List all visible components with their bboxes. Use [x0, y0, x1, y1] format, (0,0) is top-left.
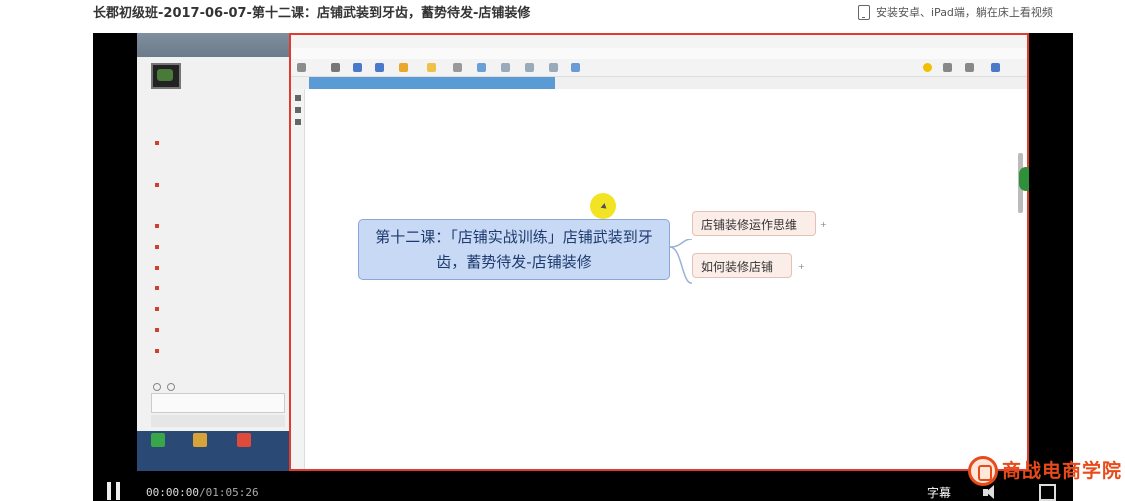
list-item: [155, 160, 285, 170]
collapse-dot: +: [798, 262, 805, 271]
video-frame[interactable]: 第十二课：「店铺实战训练」店铺武装到牙齿，蓄势待发-店铺装修 店铺装修运作思维 …: [137, 33, 1029, 471]
recorded-xmind-titlebar: [291, 35, 1027, 48]
collapse-dot: +: [820, 220, 827, 229]
recorded-taskbar-item: [231, 433, 257, 467]
toolbar-icon: [525, 63, 534, 72]
toolbar-icon: [549, 63, 558, 72]
toolbar-icon: [923, 63, 932, 72]
mindmap-central-topic: 第十二课：「店铺实战训练」店铺武装到牙齿，蓄势待发-店铺装修: [358, 219, 670, 280]
cursor-highlight: [590, 193, 616, 219]
list-item: [155, 139, 285, 149]
list-item: [155, 347, 285, 357]
recorded-chat-input: [151, 393, 285, 413]
recorded-chat-titlebar: [137, 33, 289, 57]
list-item: [155, 284, 285, 294]
logo-seal-icon: [968, 456, 998, 486]
list-item: [155, 181, 285, 191]
duration: /01:05:26: [198, 486, 259, 499]
toolbar-icon: [331, 63, 340, 72]
list-item: [155, 191, 285, 201]
list-item: [155, 201, 285, 211]
list-item: [155, 170, 285, 180]
toolbar-icon: [453, 63, 462, 72]
toolbar-icon: [353, 63, 362, 72]
recorded-xmind-active-tab: [309, 77, 555, 89]
recorded-xmind-window: 第十二课：「店铺实战训练」店铺武装到牙齿，蓄势待发-店铺装修 店铺装修运作思维 …: [289, 33, 1029, 471]
list-item: [155, 212, 285, 222]
toolbar-icon: [965, 63, 974, 72]
list-item: [155, 295, 285, 305]
recorded-taskbar-item: [187, 433, 213, 467]
video-player[interactable]: 第十二课：「店铺实战训练」店铺武装到牙齿，蓄势待发-店铺装修 店铺装修运作思维 …: [93, 33, 1073, 501]
recorded-taskbar-item: [145, 433, 171, 467]
list-item: [155, 274, 285, 284]
toolbar-icon: [375, 63, 384, 72]
toolbar-icon: [501, 63, 510, 72]
subtitle-button[interactable]: 字幕: [927, 484, 951, 501]
list-item: [155, 264, 285, 274]
watermark-logo: 商战电商学院: [968, 456, 1125, 490]
mindmap-connector: [670, 239, 692, 284]
app-download-promo[interactable]: 安装安卓、iPad端，躺在床上看视频: [858, 3, 1053, 21]
recorded-xmind-tabs: [291, 77, 1027, 89]
mindmap-subtopic: 如何装修店铺: [692, 253, 792, 278]
mindmap-canvas: 第十二课：「店铺实战训练」店铺武装到牙齿，蓄势待发-店铺装修 店铺装修运作思维 …: [306, 89, 1029, 469]
course-title: 长郡初级班-2017-06-07-第十二课：店铺武装到牙齿，蓄势待发-店铺装修: [93, 6, 531, 21]
list-item: [155, 243, 285, 253]
mindmap-subtopic: 店铺装修运作思维: [692, 211, 816, 236]
list-item: [155, 326, 285, 336]
toolbar-icon: [991, 63, 1000, 72]
recorded-xmind-sidebar: [291, 89, 305, 469]
toolbar-icon: [571, 63, 580, 72]
recorded-desktop-taskbar: [137, 431, 289, 471]
top-bar: 长郡初级班-2017-06-07-第十二课：店铺武装到牙齿，蓄势待发-店铺装修 …: [0, 0, 1125, 33]
list-item: [155, 222, 285, 232]
toolbar-icon: [427, 63, 436, 72]
list-item: [155, 305, 285, 315]
list-item: [155, 316, 285, 326]
toolbar-icon: [297, 63, 306, 72]
list-item: [155, 253, 285, 263]
recorded-chat-pane: [137, 33, 289, 471]
recorded-xmind-toolbar: [291, 59, 1027, 77]
floating-widget: [1019, 167, 1029, 191]
recorded-chat-list: [155, 139, 285, 368]
recorded-chat-input-toolbar: [151, 415, 285, 427]
player-controls: 00:00:00/01:05:26 字幕: [93, 471, 1073, 501]
watermark-text: 商战电商学院: [1002, 460, 1123, 482]
pause-icon[interactable]: [107, 482, 121, 500]
current-time: 00:00:00: [146, 486, 199, 499]
recorded-chat-tools: [153, 376, 273, 391]
recorded-xmind-menubar: [291, 48, 1027, 59]
list-item: [155, 149, 285, 159]
toolbar-icon: [399, 63, 408, 72]
phone-icon: [858, 4, 870, 20]
promo-text[interactable]: 安装安卓、iPad端，躺在床上看视频: [876, 4, 1053, 20]
list-item: [155, 336, 285, 346]
list-item: [155, 233, 285, 243]
playback-time: 00:00:00/01:05:26: [146, 486, 259, 499]
list-item: [155, 357, 285, 367]
group-avatar: [151, 63, 181, 89]
toolbar-icon: [477, 63, 486, 72]
toolbar-icon: [943, 63, 952, 72]
